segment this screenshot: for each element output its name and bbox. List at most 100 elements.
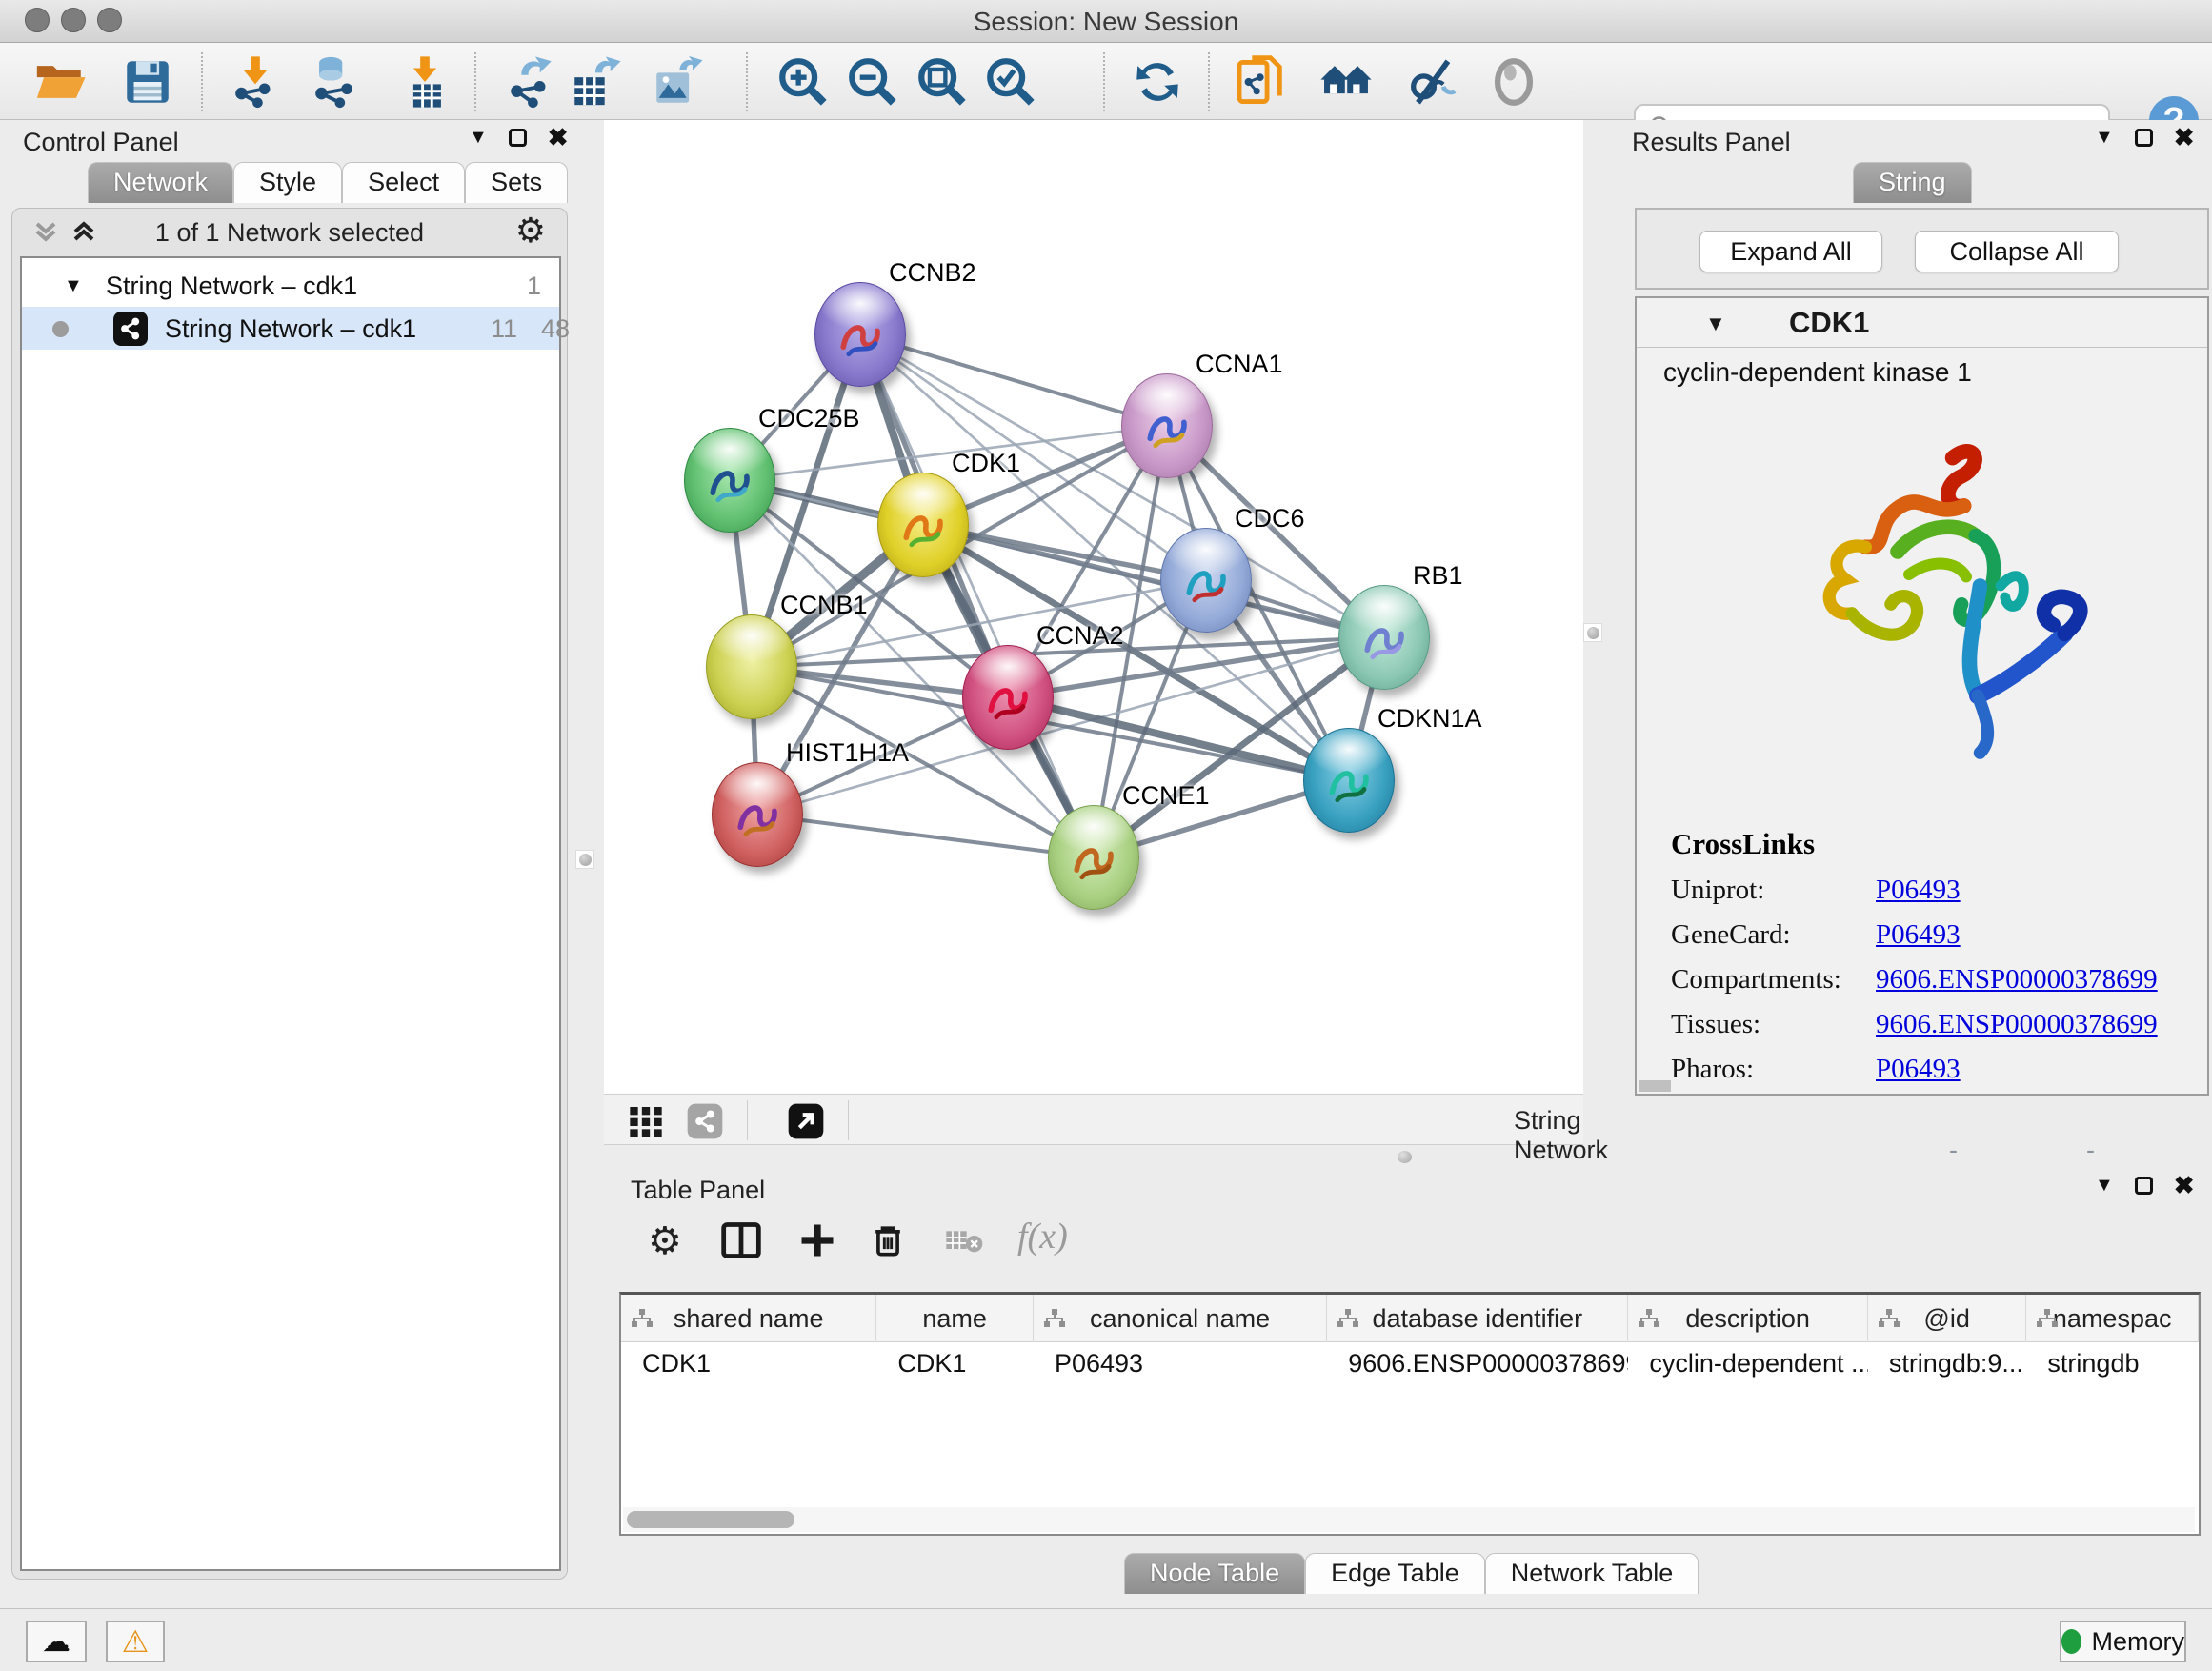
left-splitter-handle[interactable]	[575, 850, 594, 869]
table-cell[interactable]: stringdb	[2026, 1342, 2199, 1384]
column-header-name[interactable]: name	[876, 1295, 1034, 1342]
tab-node-table[interactable]: Node Table	[1124, 1553, 1305, 1594]
show-eye-icon[interactable]	[1486, 54, 1541, 110]
close-panel-icon[interactable]: ✖	[548, 123, 569, 152]
network-edge[interactable]	[860, 334, 1094, 857]
column-header-description[interactable]: description	[1628, 1295, 1867, 1342]
export-image-icon[interactable]	[650, 54, 705, 110]
close-panel-icon[interactable]: ✖	[2174, 1171, 2195, 1200]
collapse-panel-icon[interactable]: ▼	[469, 127, 488, 149]
hide-glasses-icon[interactable]	[1404, 54, 1459, 110]
tab-style[interactable]: Style	[233, 162, 342, 203]
network-canvas[interactable]: CCNB2CCNA1CDC25BCDK1CDC6RB1CCNB1CCNA2CDK…	[604, 120, 1583, 1094]
network-node-cdkn1a[interactable]	[1303, 728, 1395, 833]
gear-icon[interactable]: ⚙	[515, 211, 546, 251]
crosslink-link[interactable]: P06493	[1876, 1054, 1961, 1084]
column-header-database-identifier[interactable]: database identifier	[1327, 1295, 1628, 1342]
zoom-fit-icon[interactable]	[915, 54, 970, 110]
cloud-status-button[interactable]: ☁	[26, 1621, 87, 1662]
horizontal-splitter-handle[interactable]	[1398, 1151, 1412, 1163]
network-node-cdc6[interactable]	[1160, 528, 1252, 633]
close-panel-icon[interactable]: ✖	[2174, 123, 2195, 152]
crosslink-link[interactable]: 9606.ENSP00000378699	[1876, 964, 2158, 995]
tab-network-table[interactable]: Network Table	[1485, 1553, 1699, 1594]
show-columns-icon[interactable]	[720, 1219, 762, 1266]
table-panel-window-controls: ▼ ✖	[2095, 1168, 2195, 1202]
save-session-icon[interactable]	[120, 54, 175, 110]
string-home-icon[interactable]	[1318, 54, 1374, 110]
export-table-icon[interactable]	[568, 54, 623, 110]
network-edge[interactable]	[860, 334, 1167, 426]
refresh-icon[interactable]	[1130, 54, 1185, 110]
tab-select[interactable]: Select	[342, 162, 465, 203]
collapse-all-button[interactable]: Collapse All	[1915, 231, 2119, 272]
column-header-label: @id	[1923, 1304, 1969, 1334]
column-header-shared-name[interactable]: shared name	[621, 1295, 876, 1342]
tab-sets[interactable]: Sets	[465, 162, 568, 203]
crosslink-link[interactable]: P06493	[1876, 919, 1961, 950]
collapse-panel-icon[interactable]: ▼	[2095, 1175, 2114, 1197]
network-node-ccne1[interactable]	[1048, 805, 1139, 910]
open-session-icon[interactable]	[32, 54, 88, 110]
export-network-icon[interactable]	[503, 54, 558, 110]
import-network-database-icon[interactable]	[308, 54, 363, 110]
network-node-hist1h1a[interactable]	[712, 762, 803, 867]
network-node-ccna2[interactable]	[962, 645, 1054, 750]
float-panel-icon[interactable]	[2135, 1177, 2153, 1195]
network-node-rb1[interactable]	[1338, 585, 1430, 690]
network-node-cdc25b[interactable]	[684, 428, 775, 533]
warning-status-button[interactable]: ⚠	[106, 1621, 165, 1662]
table-cell[interactable]: P06493	[1034, 1342, 1327, 1384]
column-header-canonical-name[interactable]: canonical name	[1034, 1295, 1327, 1342]
table-cell[interactable]: stringdb:9...	[1868, 1342, 2027, 1384]
import-network-file-icon[interactable]	[228, 54, 283, 110]
table-cell[interactable]: cyclin-dependent ...	[1628, 1342, 1867, 1384]
title-bar: Session: New Session	[0, 0, 2212, 43]
zoom-selected-icon[interactable]	[983, 54, 1038, 110]
right-splitter-handle[interactable]	[1583, 623, 1602, 642]
tab-string[interactable]: String	[1853, 162, 1972, 203]
column-header-namespac[interactable]: namespac	[2026, 1295, 2199, 1342]
zoom-out-icon[interactable]	[845, 54, 900, 110]
network-node-ccnb2[interactable]	[814, 282, 906, 387]
birdseye-grid-icon[interactable]	[627, 1102, 665, 1140]
crosslink-link[interactable]: P06493	[1876, 875, 1961, 905]
network-node-ccnb1[interactable]	[706, 614, 797, 719]
float-panel-icon[interactable]	[509, 129, 527, 147]
clone-network-icon[interactable]	[1234, 54, 1289, 110]
toolbar-separator	[201, 52, 203, 111]
node-table[interactable]: shared namenamecanonical namedatabase id…	[619, 1292, 2201, 1536]
tab-edge-table[interactable]: Edge Table	[1305, 1553, 1485, 1594]
memory-button[interactable]: Memory	[2060, 1621, 2186, 1662]
gene-header-row[interactable]: ▼ CDK1	[1637, 298, 2207, 348]
table-cell[interactable]: CDK1	[621, 1342, 876, 1384]
string-share-icon[interactable]	[686, 1102, 724, 1140]
status-bar: ☁ ⚠ Memory	[0, 1608, 2212, 1671]
network-node-ccna1[interactable]	[1121, 373, 1213, 478]
table-tabs: Node TableEdge TableNetwork Table	[1124, 1553, 1699, 1594]
tab-network[interactable]: Network	[88, 162, 233, 203]
table-gear-icon[interactable]: ⚙	[648, 1219, 682, 1263]
table-cell[interactable]: 9606.ENSP00000378699	[1327, 1342, 1628, 1384]
tree-expander-icon[interactable]: ▼	[64, 275, 83, 297]
network-node-count: 11	[491, 314, 517, 344]
delete-column-icon[interactable]	[867, 1219, 909, 1266]
float-panel-icon[interactable]	[2135, 129, 2153, 147]
import-table-icon[interactable]	[397, 54, 452, 110]
column-header--id[interactable]: @id	[1868, 1295, 2027, 1342]
table-hscrollbar-thumb[interactable]	[627, 1511, 794, 1528]
network-row-selected[interactable]: String Network – cdk1 11 48	[22, 307, 559, 350]
add-column-icon[interactable]	[796, 1219, 838, 1266]
expand-all-button[interactable]: Expand All	[1699, 231, 1882, 272]
table-cell[interactable]: CDK1	[876, 1342, 1034, 1384]
open-in-window-icon[interactable]	[787, 1102, 825, 1140]
zoom-in-icon[interactable]	[775, 54, 831, 110]
collapse-panel-icon[interactable]: ▼	[2095, 127, 2114, 149]
network-edge[interactable]	[757, 815, 1094, 857]
results-scrollbar-thumb[interactable]	[1639, 1080, 1671, 1092]
table-hscrollbar[interactable]	[623, 1507, 2195, 1532]
network-node-cdk1[interactable]	[877, 473, 969, 577]
network-collection-row[interactable]: ▼ String Network – cdk1 1	[22, 264, 559, 307]
collapse-section-icon[interactable]: ▼	[1705, 312, 1726, 336]
crosslink-link[interactable]: 9606.ENSP00000378699	[1876, 1009, 2158, 1039]
